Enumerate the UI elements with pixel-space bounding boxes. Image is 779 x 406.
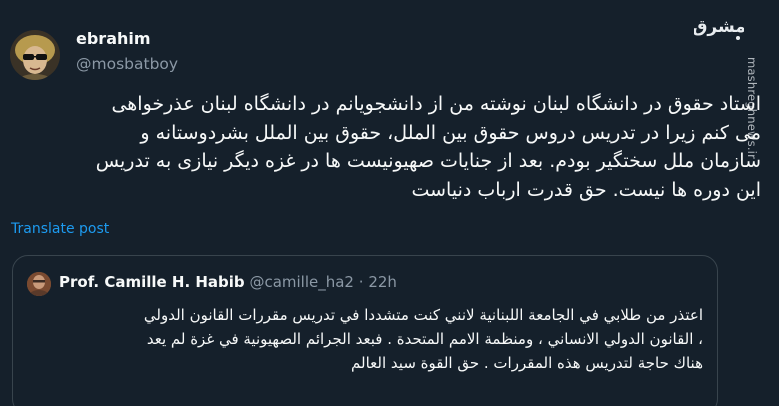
quoted-post-text: اعتذر من طلابي في الجامعة اللبنانية لانن… <box>23 303 703 375</box>
quoted-post-timestamp[interactable]: 22h <box>368 273 397 291</box>
author-display-name[interactable]: ebrahim <box>76 29 151 48</box>
mashregh-logo-text: مشرق <box>694 17 744 37</box>
quoted-post-header: Prof. Camille H. Habib @camille_ha2 · 22… <box>59 273 397 291</box>
post-text-line: سازمان ملل سختگیر بودم. بعد از جنایات صه… <box>95 150 761 172</box>
author-handle[interactable]: @mosbatboy <box>76 55 178 73</box>
author-avatar[interactable] <box>10 30 60 80</box>
post-text-line: استاد حقوق در دانشگاه لبنان نوشته من از … <box>111 93 761 115</box>
post-text-line: این دوره ها نیست. حق قدرت ارباب دنیاست <box>411 178 761 201</box>
quoted-author-name[interactable]: Prof. Camille H. Habib <box>59 273 245 291</box>
quoted-text-line: اعتذر من طلابي في الجامعة اللبنانية لانن… <box>143 306 703 324</box>
quoted-author-avatar[interactable] <box>27 272 51 296</box>
post-text: استاد حقوق در دانشگاه لبنان نوشته من از … <box>21 90 761 204</box>
quoted-text-line: ، القانون الدولي الانساني ، ومنظمة الامم… <box>146 330 703 348</box>
post-text-line: می کنم زیرا در تدریس دروس حقوق بین الملل… <box>140 121 761 144</box>
mashregh-logo: مشرق <box>692 8 746 44</box>
header-separator: · <box>358 273 364 291</box>
quoted-author-handle[interactable]: @camille_ha2 <box>249 273 354 291</box>
quoted-text-line: هناك حاجة لتدريس هذه المقررات . حق القوة… <box>351 354 703 372</box>
quoted-post-card[interactable]: Prof. Camille H. Habib @camille_ha2 · 22… <box>12 255 718 406</box>
translate-post-link[interactable]: Translate post <box>11 221 109 237</box>
